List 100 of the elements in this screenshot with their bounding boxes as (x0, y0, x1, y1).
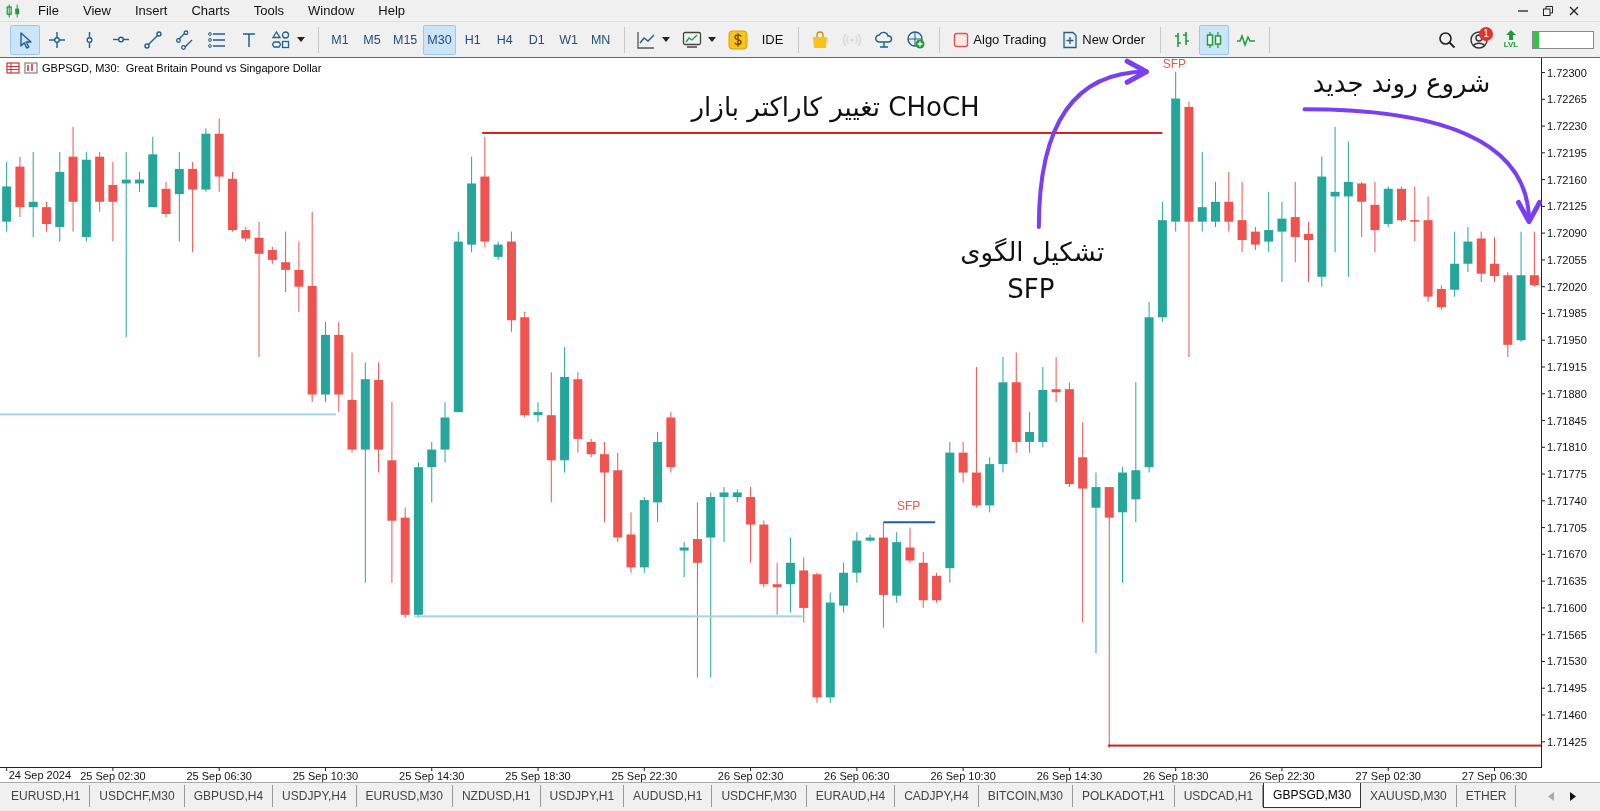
candle (148, 136, 158, 208)
time-label: 27 Sep 06:30 (1461, 770, 1528, 782)
chart-title: GBPSGD, M30: Great Britain Pound vs Singapore Dollar (42, 62, 322, 74)
timeframe-button[interactable]: M15 (389, 24, 422, 55)
candle (1237, 181, 1247, 253)
timeframe-button[interactable]: M5 (357, 24, 387, 55)
ide-button[interactable]: IDE (754, 24, 791, 55)
candle (918, 551, 928, 609)
candle (905, 527, 915, 564)
symbol-tab[interactable]: NZDUSD,H1 (452, 785, 541, 807)
menu-item[interactable]: Charts (179, 3, 242, 18)
candle (533, 401, 543, 423)
candle (241, 226, 251, 243)
menu-item[interactable]: Window (296, 3, 367, 18)
table-icon (6, 62, 20, 74)
crosshair-icon (47, 29, 67, 50)
pattern-label: SFP (1162, 58, 1186, 71)
caret-icon (707, 37, 716, 42)
timeframe-button[interactable]: MN (585, 24, 616, 55)
time-label: 26 Sep 22:30 (1249, 770, 1315, 782)
candle (679, 541, 689, 578)
channel-icon (175, 29, 195, 50)
symbol-tab[interactable]: GBPUSD,H4 (184, 785, 274, 807)
menu-item[interactable]: Insert (122, 3, 180, 18)
menu-item[interactable]: View (70, 3, 123, 18)
menu-item[interactable]: Tools (241, 3, 297, 18)
candle (1211, 181, 1221, 228)
candle (958, 441, 968, 483)
scroll-right-icon (1570, 791, 1576, 801)
timeframe-button[interactable]: H4 (489, 24, 520, 55)
candle (201, 127, 211, 193)
menu-item[interactable]: Help (366, 3, 418, 18)
candle (932, 572, 942, 604)
candle (1264, 191, 1274, 253)
price-label: 1.71775 (1547, 468, 1587, 481)
price-label: 1.71985 (1547, 307, 1587, 320)
account-button[interactable]: 1 (1464, 24, 1494, 55)
timeframe-button[interactable]: M30 (423, 24, 456, 55)
time-label: 24 Sep 2024 (8, 769, 72, 782)
candle (759, 520, 769, 588)
candle (666, 411, 676, 474)
candle (719, 486, 729, 543)
timeframe-button[interactable]: H1 (457, 24, 488, 55)
timeframe-button[interactable]: D1 (521, 24, 552, 55)
time-label: 25 Sep 18:30 (505, 770, 571, 782)
candle (772, 562, 782, 616)
close-icon (1568, 4, 1580, 17)
price-label: 1.71670 (1547, 548, 1587, 561)
candle (799, 556, 809, 623)
timeframe-button[interactable]: M1 (325, 24, 355, 55)
candle (15, 156, 25, 218)
symbol-tab[interactable]: USDCHF,M30 (712, 785, 807, 807)
symbol-tab[interactable]: GBPSGD,M30 (1263, 783, 1362, 808)
symbol-tab[interactable]: USDJPY,H1 (540, 785, 625, 807)
symbol-tab[interactable]: POLKADOT,H1 (1073, 785, 1175, 807)
price-label: 1.71740 (1547, 494, 1587, 507)
candle (2, 161, 12, 233)
algo-trading-button[interactable]: Algo Trading (946, 24, 1054, 55)
menu-item[interactable]: File (26, 3, 71, 18)
candle (586, 438, 596, 458)
candle (852, 531, 862, 584)
price-label: 1.71880 (1547, 387, 1587, 400)
globe-plus-icon (906, 29, 927, 50)
restore-icon (1542, 4, 1554, 17)
candle (732, 488, 742, 503)
candle (1025, 411, 1035, 454)
app-logo-icon (6, 2, 22, 19)
symbol-tab[interactable]: EURUSD,M30 (356, 785, 453, 807)
candle (1051, 356, 1061, 403)
time-label: 25 Sep 22:30 (611, 770, 677, 782)
symbol-tab[interactable]: EURAUD,H4 (806, 785, 896, 807)
new-order-button[interactable]: New Order (1055, 24, 1153, 55)
price-label: 1.71495 (1547, 682, 1587, 695)
symbol-tab[interactable]: USDCHF,M30 (90, 785, 185, 807)
cursor-tool[interactable] (10, 24, 40, 55)
symbol-tab[interactable]: ETHER (1456, 785, 1517, 807)
price-label: 1.72020 (1547, 280, 1587, 293)
pattern-label: SFP (897, 499, 921, 513)
symbol-tab[interactable]: EURUSD,H1 (2, 785, 91, 807)
price-label: 1.71460 (1547, 709, 1587, 721)
candlestick-button[interactable] (1199, 24, 1230, 55)
timeframe-button[interactable]: W1 (553, 24, 584, 55)
time-label: 26 Sep 02:30 (717, 770, 784, 782)
candle (1250, 226, 1260, 251)
vertical-line-icon (85, 31, 93, 48)
time-label: 25 Sep 02:30 (80, 770, 146, 782)
up-arrow-icon (1505, 30, 1517, 40)
symbol-tab[interactable]: AUDUSD,H1 (624, 785, 713, 807)
symbol-tab[interactable]: USDJPY,H4 (273, 785, 357, 807)
time-label: 26 Sep 18:30 (1142, 770, 1209, 782)
candle (281, 231, 291, 293)
minimize-icon (1518, 9, 1528, 12)
shapes-icon (271, 29, 291, 50)
price-label: 1.71810 (1547, 441, 1587, 454)
time-label: 25 Sep 10:30 (292, 770, 359, 782)
horizontal-line-icon (113, 36, 129, 43)
symbol-tab[interactable]: BITCOIN,M30 (978, 785, 1073, 807)
symbol-tab[interactable]: XAUUSD,M30 (1361, 785, 1457, 807)
candle (1450, 231, 1460, 298)
symbol-tab[interactable]: CADJPY,H4 (895, 785, 979, 807)
